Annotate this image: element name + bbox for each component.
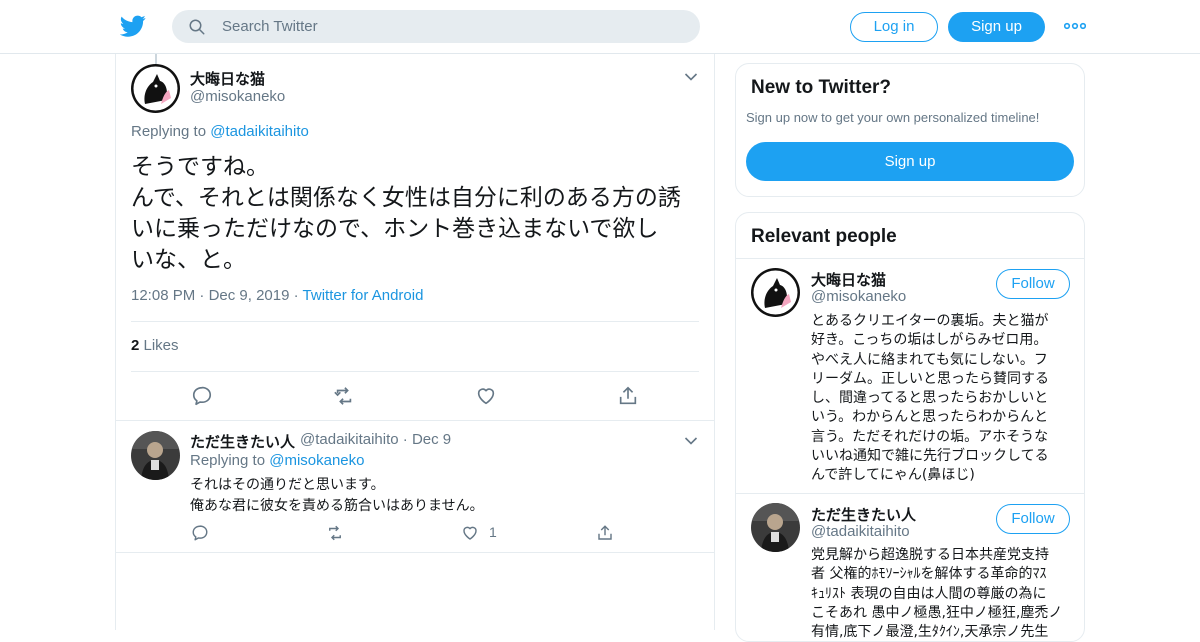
replying-prefix: Replying to xyxy=(190,452,270,469)
reply-text-line: 俺あな君に彼女を責める筋合いはありません。 xyxy=(190,498,484,514)
heart-icon[interactable] xyxy=(461,524,479,542)
cat-avatar-icon xyxy=(751,268,800,317)
signup-button[interactable]: Sign up xyxy=(948,12,1045,42)
thread-connector-line xyxy=(155,54,157,64)
bio-line: 党見解から超逸脱する日本共産党支持 xyxy=(811,547,1049,563)
reply-meta: @tadaikitaihito · Dec 9 xyxy=(300,431,451,448)
reply-text-line: それはその通りだと思います。 xyxy=(190,477,385,493)
tweet-text-line: んで、それとは関係なく女性は自分に利のある方の誘 xyxy=(131,185,681,211)
tweet-metadata: 12:08 PM · Dec 9, 2019 · Twitter for And… xyxy=(131,287,423,304)
separator-dot: · xyxy=(199,287,205,304)
main-timeline-column xyxy=(115,54,715,630)
signup-button[interactable]: Sign up xyxy=(746,142,1074,181)
cat-avatar-icon xyxy=(131,64,180,113)
replying-to: Replying to @misokaneko xyxy=(190,452,365,469)
divider xyxy=(115,420,715,421)
bio-line: し、間違ってると思ったらおかしいと xyxy=(811,390,1049,407)
separator-dot: · xyxy=(293,287,299,304)
divider xyxy=(131,371,699,372)
relevant-people-card: Relevant people 大晦日な猫 @misokaneko Follow… xyxy=(735,212,1085,642)
top-navigation-bar: Log in Sign up xyxy=(0,0,1200,54)
reply-icon[interactable] xyxy=(191,385,213,407)
search-box[interactable] xyxy=(172,10,700,43)
divider xyxy=(115,552,715,553)
person-handle[interactable]: @misokaneko xyxy=(811,288,906,305)
card-title: Relevant people xyxy=(751,226,897,247)
retweet-icon[interactable] xyxy=(333,385,355,407)
share-icon[interactable] xyxy=(617,385,639,407)
tweet-text: そうですね。 んで、それとは関係なく女性は自分に利のある方の誘 いに乗っただけな… xyxy=(131,152,701,276)
follow-button[interactable]: Follow xyxy=(996,504,1070,534)
bio-line: 言う。ただそれだけの垢。アホそうな xyxy=(811,428,1049,445)
search-input[interactable] xyxy=(222,10,682,43)
divider xyxy=(736,493,1084,494)
bio-line: とあるクリエイターの裏垢。夫と猫が xyxy=(811,313,1049,329)
avatar[interactable] xyxy=(751,503,800,552)
likes-label: Likes xyxy=(139,337,179,354)
author-name[interactable]: 大晦日な猫 xyxy=(190,68,265,89)
chevron-down-icon[interactable] xyxy=(684,436,698,446)
tweet-text-line: いな、と。 xyxy=(131,247,246,273)
share-icon[interactable] xyxy=(596,524,614,542)
person-bio: 党見解から超逸脱する日本共産党支持 者 父権的ﾎﾓｿｰｼｬﾙを解体する革命的ﾏｽ… xyxy=(811,546,1073,641)
card-subtitle: Sign up now to get your own personalized… xyxy=(746,110,1040,125)
divider xyxy=(131,321,699,322)
replying-handle-link[interactable]: @misokaneko xyxy=(269,452,364,469)
author-handle[interactable]: @misokaneko xyxy=(190,88,285,105)
retweet-icon[interactable] xyxy=(326,524,344,542)
likes-stat[interactable]: 2 Likes xyxy=(131,337,179,354)
replying-to: Replying to @tadaikitaihito xyxy=(131,123,309,140)
search-icon xyxy=(189,19,205,35)
more-icon[interactable] xyxy=(1064,18,1086,34)
replying-prefix: Replying to xyxy=(131,123,211,140)
person-name[interactable]: 大晦日な猫 xyxy=(811,269,886,290)
person-avatar-icon xyxy=(751,503,800,552)
heart-icon[interactable] xyxy=(475,385,497,407)
tweet-time[interactable]: 12:08 PM xyxy=(131,287,195,304)
like-count: 1 xyxy=(489,524,497,540)
person-bio: とあるクリエイターの裏垢。夫と猫が 好き。こっちの垢はしがらみゼロ用。 やべえ人… xyxy=(811,312,1073,486)
new-to-twitter-card: New to Twitter? Sign up now to get your … xyxy=(735,63,1085,197)
bio-line: こそあれ 愚中ノ極愚,狂中ノ極狂,塵禿ノ xyxy=(811,604,1063,621)
avatar[interactable] xyxy=(131,431,180,480)
tweet-text-line: いに乗っただけなので、ホント巻き込まないで欲し xyxy=(131,216,659,242)
avatar[interactable] xyxy=(751,268,800,317)
separator-dot: · xyxy=(402,431,408,448)
login-button[interactable]: Log in xyxy=(850,12,938,42)
tweet-text-line: そうですね。 xyxy=(131,154,269,180)
bio-line: ｷｭﾘｽﾄ 表現の自由は人間の尊厳の為に xyxy=(811,585,1047,602)
bio-line: いいね通知で雑に先行ブロックしてる xyxy=(811,448,1049,465)
twitter-bird-icon[interactable] xyxy=(120,13,146,39)
bio-line: 有情,底下ノ最澄,生ﾀｸｲﾝ,天承宗ノ先生 xyxy=(811,624,1049,641)
bio-line: やべえ人に絡まれても気にしない。フ xyxy=(811,351,1048,368)
bio-line: いう。わからんと思ったらわからんと xyxy=(811,409,1049,426)
bio-line: 者 父権的ﾎﾓｿｰｼｬﾙを解体する革命的ﾏｽ xyxy=(811,566,1047,583)
person-avatar-icon xyxy=(131,431,180,480)
replying-handle-link[interactable]: @tadaikitaihito xyxy=(210,123,309,140)
reply-date[interactable]: Dec 9 xyxy=(412,431,451,448)
bio-line: んで許してにゃん(鼻ほじ) xyxy=(811,467,975,484)
card-title: New to Twitter? xyxy=(751,77,892,98)
bio-line: 好き。こっちの垢はしがらみゼロ用。 xyxy=(811,332,1048,349)
author-name[interactable]: ただ生きたい人 xyxy=(190,431,295,452)
person-name[interactable]: ただ生きたい人 xyxy=(811,504,916,525)
tweet-source-link[interactable]: Twitter for Android xyxy=(303,287,424,304)
bio-line: リーダム。正しいと思ったら賛同する xyxy=(811,370,1049,387)
tweet-date[interactable]: Dec 9, 2019 xyxy=(209,287,290,304)
chevron-down-icon[interactable] xyxy=(684,72,698,82)
divider xyxy=(736,258,1084,259)
person-handle[interactable]: @tadaikitaihito xyxy=(811,523,910,540)
reply-icon[interactable] xyxy=(191,524,209,542)
avatar[interactable] xyxy=(131,64,180,113)
follow-button[interactable]: Follow xyxy=(996,269,1070,299)
author-handle[interactable]: @tadaikitaihito xyxy=(300,431,399,448)
